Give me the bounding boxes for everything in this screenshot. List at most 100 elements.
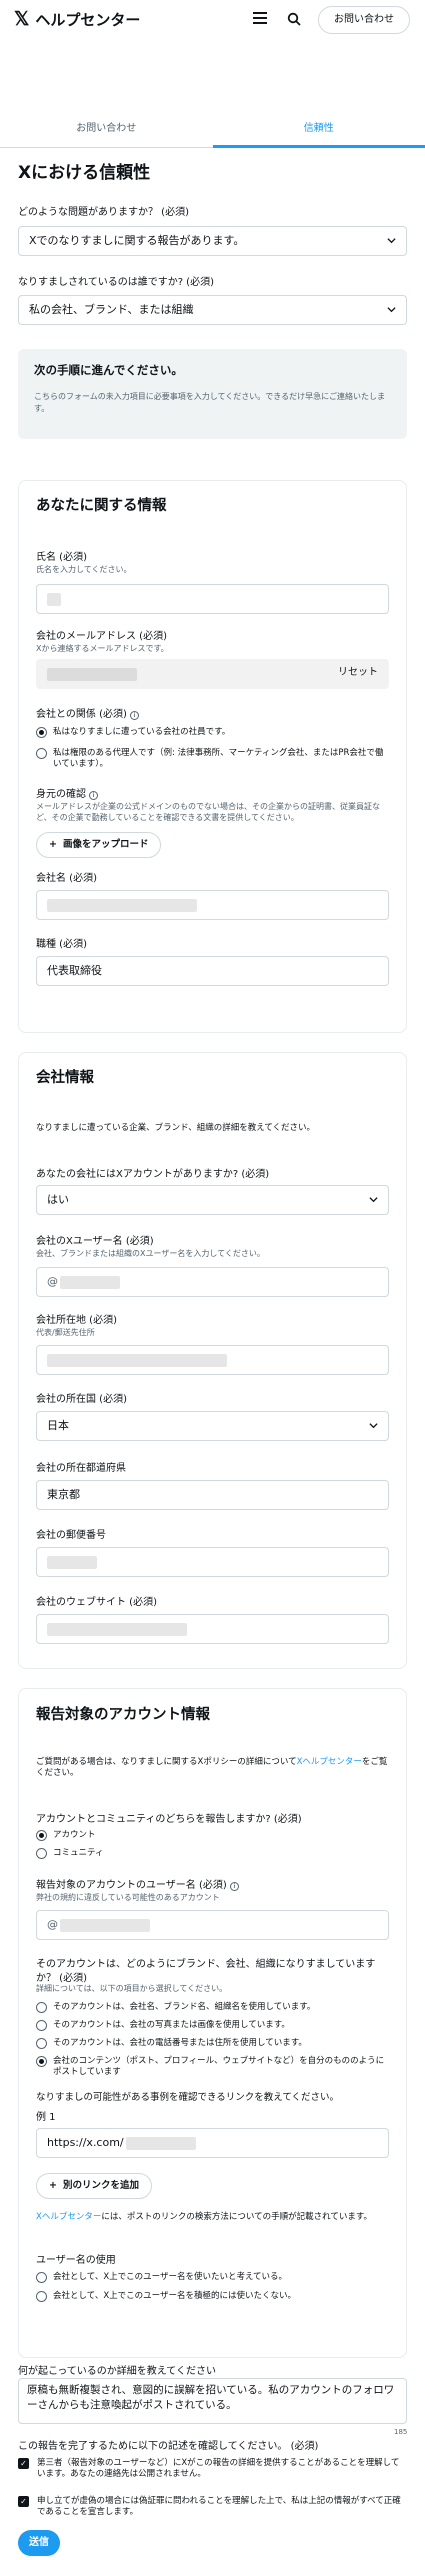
usage-label: ユーザー名の使用 [36,2255,116,2266]
consent-checkbox-1[interactable]: ✓ 第三者（報告対象のユーザーなど）にXがこの報告の詳細を提供することがあることを… [18,2458,407,2481]
radio-selected-icon [36,2056,47,2067]
redacted-value [47,592,61,606]
company-desc: なりすましに遭っている企業、ブランド、組織の詳細を教えてください。 [36,1123,316,1133]
email-sub: Xから連絡するメールアドレスです。 [36,644,169,653]
company-username-label: 会社のXユーザー名 (必須) [36,1236,154,1247]
address-input[interactable] [36,1345,389,1375]
reported-username-input[interactable]: @ [36,1910,389,1940]
relation-option-agent[interactable]: 私は権限のある代理人です（例: 法律事務所、マーケティング会社、またはPR会社で… [36,748,389,771]
report-type-text: アカウント [53,1830,96,1840]
company-name-label: 会社名 (必須) [36,873,97,884]
zip-input[interactable] [36,1547,389,1577]
tab-bar: お問い合わせ 信頼性 [0,114,425,148]
how-option-text: 会社のコンテンツ（ポスト、プロフィール、ウェブサイトなど）を自分のもののようにポ… [53,2056,385,2078]
reported-username-label: 報告対象のアカウントのユーザー名 (必須) i [36,1879,239,1893]
how-option-photo[interactable]: そのアカウントは、会社の写真または画像を使用しています。 [36,2020,290,2031]
email-input[interactable]: リセット [36,659,389,689]
report-desc: ご質問がある場合は、なりすましに関するXポリシーの詳細についてXヘルプセンターを… [36,1757,389,1780]
redacted-value [60,1918,150,1932]
report-type-account[interactable]: アカウント [36,1830,96,1841]
x-logo-icon[interactable]: 𝕏 [14,7,29,33]
target-select[interactable]: 私の会社、ブランド、または組織 [18,295,407,325]
usage-option-text: 会社として、X上でこのユーザー名を積極的には使いたくない。 [53,2291,296,2301]
details-textarea[interactable]: 原稿も無断複製され、意図的に誤解を招いている。私のアカウントのフォロワーさんから… [18,2378,407,2424]
checkbox-checked-icon: ✓ [18,2458,29,2469]
upload-image-button[interactable]: + 画像をアップロード [36,832,162,858]
notice-desc: こちらのフォームの未入力項目に必要事項を入力してください。できるだけ早急にご連絡… [34,391,385,414]
chevron-down-icon [387,238,396,244]
redacted-value [47,1622,187,1636]
add-link-button[interactable]: + 別のリンクを追加 [36,2173,152,2199]
confirm-label: この報告を完了するために以下の記述を確認してください。 (必須) [18,2441,319,2452]
links-label: なりすましの可能性がある事例を確認できるリンクを教えてください。 [36,2092,340,2103]
chevron-down-icon [387,307,396,313]
radio-icon [36,2038,47,2049]
prefecture-label: 会社の所在都道府県 [36,1463,126,1474]
country-label: 会社の所在国 (必須) [36,1394,127,1405]
help-note-text: には、ポストのリンクの検索方法についての手順が記載されています。 [101,2212,372,2222]
company-title: 会社情報 [36,1070,94,1086]
char-counter: 185 [394,2428,408,2436]
help-center-link[interactable]: Xヘルプセンター [36,2212,101,2222]
report-type-community[interactable]: コミュニティ [36,1848,104,1859]
has-account-value: はい [47,1192,69,1206]
website-label: 会社のウェブサイト (必須) [36,1597,157,1608]
website-input[interactable] [36,1614,389,1644]
report-type-label: アカウントとコミュニティのどちらを報告しますか? (必須) [36,1814,302,1825]
radio-icon [36,1848,47,1859]
zip-label: 会社の郵便番号 [36,1530,106,1541]
tab-contact[interactable]: お問い合わせ [0,114,213,147]
info-icon[interactable]: i [229,1882,239,1891]
prefecture-input[interactable]: 東京都 [36,1480,389,1510]
about-title: あなたに関する情報 [36,498,167,514]
help-center-link[interactable]: Xヘルプセンター [297,1757,362,1767]
reported-username-sub: 弊社の規約に違反している可能性のあるアカウント [36,1893,220,1902]
submit-button[interactable]: 送信 [18,2530,60,2556]
has-account-select[interactable]: はい [36,1185,389,1215]
how-option-phone[interactable]: そのアカウントは、会社の電話番号または住所を使用しています。 [36,2038,307,2049]
reset-button[interactable]: リセット [338,666,378,680]
chevron-down-icon [369,1197,378,1203]
chevron-down-icon [369,1423,378,1429]
name-input[interactable] [36,584,389,614]
how-option-text: そのアカウントは、会社の電話番号または住所を使用しています。 [53,2038,307,2048]
next-steps-notice: 次の手順に進んでください。 こちらのフォームの未入力項目に必要事項を入力してくだ… [18,349,407,439]
info-icon[interactable]: i [130,711,140,720]
company-name-input[interactable] [36,890,389,920]
redacted-value [47,1555,97,1569]
how-option-text: そのアカウントは、会社名、ブランド名、組織名を使用しています。 [53,2002,316,2012]
usage-option-want[interactable]: 会社として、X上でこのユーザー名を使いたいと考えている。 [36,2272,287,2283]
id-label-text: 身元の確認 [36,789,86,800]
how-option-content[interactable]: 会社のコンテンツ（ポスト、プロフィール、ウェブサイトなど）を自分のもののようにポ… [36,2056,389,2079]
company-username-input[interactable]: @ [36,1267,389,1297]
job-title-input[interactable]: 代表取締役 [36,956,389,986]
brand-title[interactable]: ヘルプセンター [35,10,140,30]
radio-icon [36,2272,47,2283]
menu-icon[interactable] [253,12,267,26]
usage-option-not-want[interactable]: 会社として、X上でこのユーザー名を積極的には使いたくない。 [36,2291,296,2302]
plus-icon: + [49,2179,57,2191]
consent-text: 申し立てが虚偽の場合には偽証罪に問われることを理解した上で、私は上記の情報がすべ… [37,2496,401,2518]
relation-option-text: 私はなりすましに遭っている会社の社員です。 [53,727,231,737]
q1-label: どのような問題がありますか？ (必須) [18,207,189,218]
info-icon[interactable]: i [89,791,99,800]
issue-select[interactable]: Xでのなりすましに関する報告があります。 [18,226,407,256]
link-prefix: https://x.com/ [47,2135,124,2149]
radio-selected-icon [36,1830,47,1841]
redacted-value [60,1275,120,1289]
help-note: Xヘルプセンターには、ポストのリンクの検索方法についての手順が記載されています。 [36,2212,389,2223]
id-sub: メールアドレスが企業の公式ドメインのものでない場合は、その企業からの証明書、従業… [36,802,380,822]
consent-text: 第三者（報告対象のユーザーなど）にXがこの報告の詳細を提供することがあることを理… [37,2458,400,2480]
country-select[interactable]: 日本 [36,1411,389,1441]
search-icon[interactable] [287,12,301,26]
relation-option-employee[interactable]: 私はなりすましに遭っている会社の社員です。 [36,727,389,738]
job-title-label: 職種 (必須) [36,939,87,950]
consent-checkbox-2[interactable]: ✓ 申し立てが虚偽の場合には偽証罪に問われることを理解した上で、私は上記の情報がす… [18,2496,407,2519]
radio-icon [36,2020,47,2031]
details-label: 何が起こっているのか詳細を教えてください [18,2366,216,2377]
how-option-name[interactable]: そのアカウントは、会社名、ブランド名、組織名を使用しています。 [36,2002,315,2013]
upload-label: 画像をアップロード [62,838,149,850]
contact-button[interactable]: お問い合わせ [318,6,410,34]
tab-trust[interactable]: 信頼性 [212,114,425,148]
link-input[interactable]: https://x.com/ [36,2128,389,2158]
